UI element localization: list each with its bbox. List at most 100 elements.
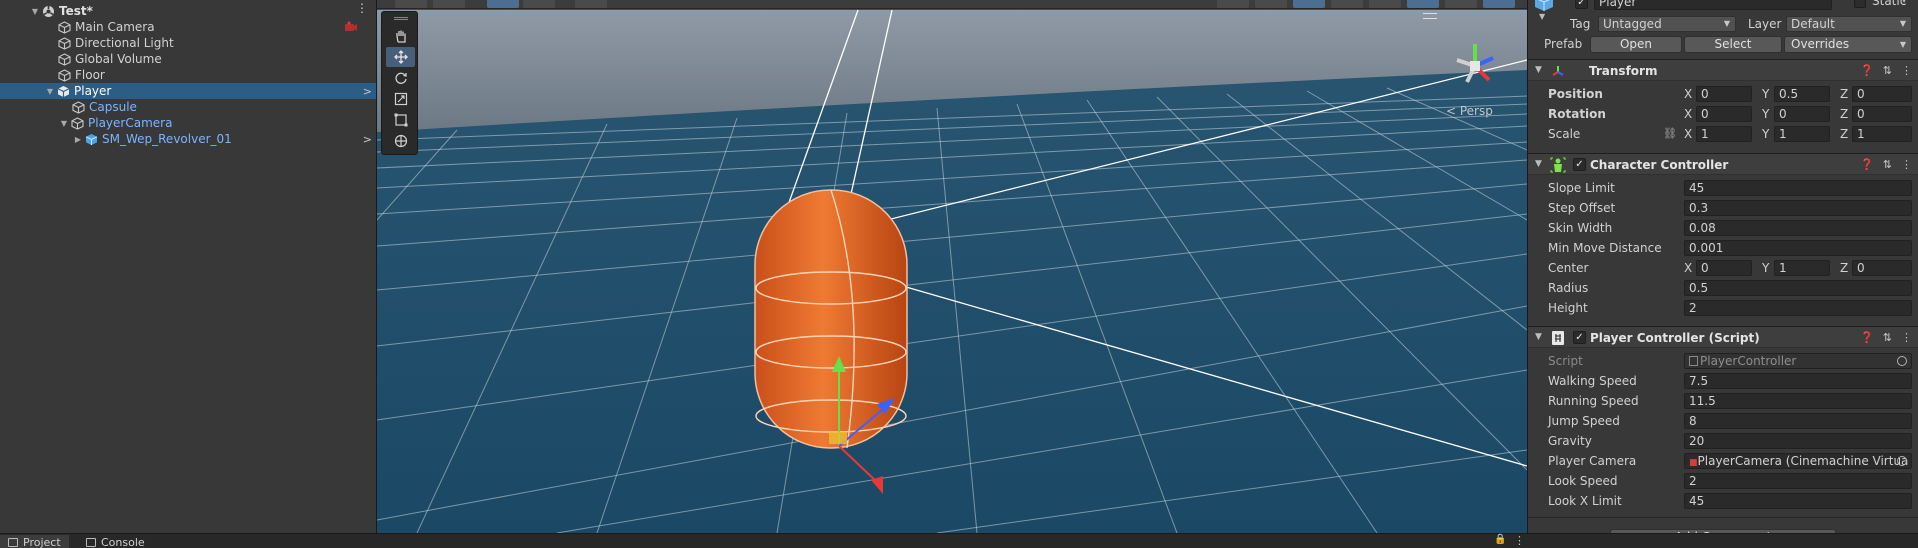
scene-viewport[interactable] [377, 0, 1527, 533]
presets-icon[interactable]: ⇅ [1883, 64, 1892, 77]
context-menu-icon[interactable]: ⋮ [1901, 331, 1912, 344]
look-speed-field[interactable]: 2 [1684, 473, 1912, 489]
axis-x-label: X [1684, 87, 1693, 101]
icon-dropdown-arrow-icon[interactable]: ▼ [1539, 12, 1545, 21]
rotation-y-field[interactable]: 0 [1774, 106, 1830, 122]
hierarchy-item-player-camera[interactable]: ▼ PlayerCamera [0, 115, 376, 131]
transform-header[interactable]: ▼ Transform ❓ ⇅ ⋮ [1528, 59, 1918, 81]
object-picker-icon[interactable] [1897, 356, 1907, 366]
active-checkbox[interactable]: ✓ [1575, 0, 1588, 9]
rect-tool-button[interactable] [386, 110, 415, 130]
fold-arrow-icon[interactable]: ▼ [1535, 332, 1542, 342]
transform-tool-button[interactable] [386, 131, 415, 151]
player-controller-header[interactable]: ▼ ✓ Player Controller (Script) ❓ ⇅ ⋮ [1528, 326, 1918, 348]
fold-arrow-icon[interactable]: ▼ [1535, 159, 1542, 169]
hierarchy-item-global-volume[interactable]: Global Volume [0, 51, 376, 67]
toolbar-button[interactable] [395, 0, 427, 8]
script-field[interactable]: PlayerController [1684, 353, 1912, 369]
collapse-arrow-icon[interactable]: ▼ [30, 7, 40, 16]
object-name-field[interactable]: Player [1594, 0, 1832, 10]
prefab-open-button[interactable]: Open [1590, 36, 1682, 53]
rotation-x-field[interactable]: 0 [1696, 106, 1752, 122]
enabled-checkbox[interactable]: ✓ [1573, 331, 1586, 344]
scene-view[interactable]: < Persp [377, 0, 1527, 533]
toolbar-button[interactable] [1369, 0, 1401, 8]
position-x-field[interactable]: 0 [1696, 86, 1752, 102]
height-field[interactable]: 2 [1684, 300, 1912, 316]
scale-x-field[interactable]: 1 [1696, 126, 1752, 142]
position-z-field[interactable]: 0 [1852, 86, 1912, 102]
hierarchy-item-floor[interactable]: Floor [0, 67, 376, 83]
prefab-select-button[interactable]: Select [1684, 36, 1782, 53]
help-icon[interactable]: ❓ [1860, 331, 1874, 344]
center-y-field[interactable]: 1 [1774, 260, 1830, 276]
help-icon[interactable]: ❓ [1860, 158, 1874, 171]
persp-toggle[interactable]: < Persp [1446, 104, 1493, 118]
toolbar-button[interactable] [1445, 0, 1477, 8]
open-prefab-chevron-icon[interactable]: > [363, 133, 372, 146]
presets-icon[interactable]: ⇅ [1883, 158, 1892, 171]
move-tool-button[interactable] [386, 47, 415, 67]
rotation-z-field[interactable]: 0 [1852, 106, 1912, 122]
skin-width-field[interactable]: 0.08 [1684, 220, 1912, 236]
context-menu-icon[interactable]: ⋮ [1901, 158, 1912, 171]
character-controller-header[interactable]: ▼ ✓ Character Controller ❓ ⇅ ⋮ [1528, 153, 1918, 175]
toolbar-button[interactable] [523, 0, 555, 8]
walking-speed-field[interactable]: 7.5 [1684, 373, 1912, 389]
min-move-distance-field[interactable]: 0.001 [1684, 240, 1912, 256]
center-x-field[interactable]: 0 [1696, 260, 1752, 276]
presets-icon[interactable]: ⇅ [1883, 331, 1892, 344]
open-prefab-chevron-icon[interactable]: > [363, 85, 372, 98]
center-z-field[interactable]: 0 [1852, 260, 1912, 276]
hierarchy-item-player[interactable]: ▼ Player > [0, 83, 376, 99]
overlay-menu-icon[interactable] [1423, 13, 1437, 19]
context-menu-icon[interactable]: ⋮ [1901, 64, 1912, 77]
slope-limit-field[interactable]: 45 [1684, 180, 1912, 196]
hierarchy-item-main-camera[interactable]: Main Camera [0, 19, 376, 35]
static-checkbox[interactable] [1854, 0, 1866, 8]
hierarchy-scene-row[interactable]: ▼ Test* [0, 3, 376, 19]
toolbar-button[interactable] [433, 0, 465, 8]
collapse-arrow-icon[interactable]: ▼ [59, 119, 69, 128]
toolbar-button[interactable] [1407, 0, 1439, 8]
hierarchy-item-directional-light[interactable]: Directional Light [0, 35, 376, 51]
collapse-arrow-icon[interactable]: ▼ [45, 87, 55, 96]
hand-tool-button[interactable] [386, 26, 415, 46]
running-speed-field[interactable]: 11.5 [1684, 393, 1912, 409]
jump-speed-field[interactable]: 8 [1684, 413, 1912, 429]
expand-arrow-icon[interactable]: ▶ [73, 135, 83, 144]
tag-dropdown[interactable]: Untagged [1598, 16, 1736, 32]
scale-y-field[interactable]: 1 [1774, 126, 1830, 142]
rotate-tool-button[interactable] [386, 68, 415, 88]
static-dropdown-arrow-icon[interactable]: ▼ [1901, 0, 1907, 4]
toolbar-button[interactable] [1255, 0, 1287, 8]
fold-arrow-icon[interactable]: ▼ [1535, 65, 1542, 75]
object-picker-icon[interactable] [1897, 456, 1907, 466]
scale-tool-button[interactable] [386, 89, 415, 109]
toolbar-button[interactable] [487, 0, 519, 8]
toolbar-button[interactable] [1217, 0, 1249, 8]
scale-z-field[interactable]: 1 [1852, 126, 1912, 142]
constrain-proportions-link-icon[interactable]: ⛓ [1663, 127, 1677, 140]
radius-field[interactable]: 0.5 [1684, 280, 1912, 296]
toolbar-button[interactable] [1293, 0, 1325, 8]
help-icon[interactable]: ❓ [1860, 64, 1874, 77]
prefab-overrides-dropdown[interactable]: Overrides [1784, 36, 1912, 53]
tab-project[interactable]: Project [0, 535, 69, 548]
enabled-checkbox[interactable]: ✓ [1573, 158, 1586, 171]
player-camera-field[interactable]: ■PlayerCamera (Cinemachine Virtua [1684, 453, 1912, 469]
drag-handle-icon[interactable] [394, 17, 408, 20]
lock-icon[interactable]: 🔒 [1494, 534, 1506, 545]
layer-dropdown[interactable]: Default [1786, 16, 1912, 32]
position-y-field[interactable]: 0.5 [1774, 86, 1830, 102]
toolbar-button[interactable] [575, 0, 607, 8]
toolbar-button[interactable] [1331, 0, 1363, 8]
step-offset-field[interactable]: 0.3 [1684, 200, 1912, 216]
panel-menu-icon[interactable]: ⋮ [1514, 534, 1525, 547]
gravity-field[interactable]: 20 [1684, 433, 1912, 449]
tab-console[interactable]: Console [78, 535, 153, 548]
look-x-limit-field[interactable]: 45 [1684, 493, 1912, 509]
hierarchy-item-capsule[interactable]: Capsule [0, 99, 376, 115]
hierarchy-item-revolver[interactable]: ▶ SM_Wep_Revolver_01 > [0, 131, 376, 147]
toolbar-button[interactable] [1483, 0, 1515, 8]
